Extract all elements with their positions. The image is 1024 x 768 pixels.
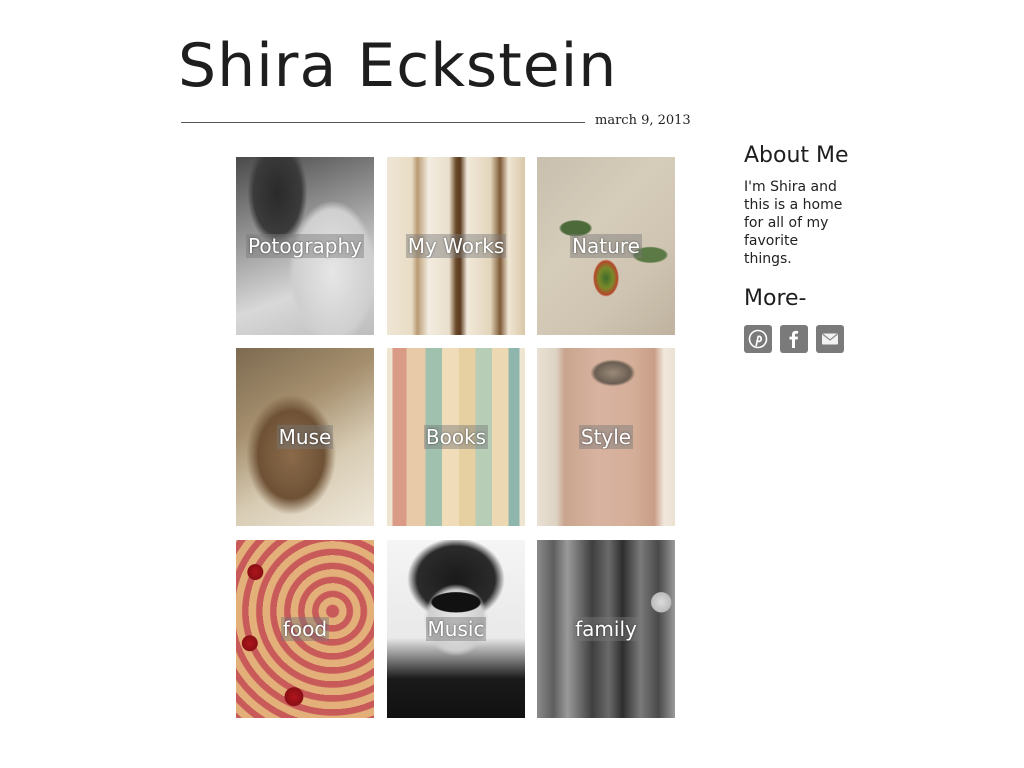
mail-button[interactable] xyxy=(816,325,844,353)
more-heading: More- xyxy=(744,286,807,311)
food-photo xyxy=(236,540,374,718)
nature-photo xyxy=(537,157,675,335)
tile-nature[interactable]: Nature xyxy=(537,157,675,335)
music-photo xyxy=(387,540,525,718)
family-photo xyxy=(537,540,675,718)
category-grid: Potography My Works Nature Muse Books St… xyxy=(236,157,676,719)
tile-muse[interactable]: Muse xyxy=(236,348,374,526)
pinterest-button[interactable] xyxy=(744,325,772,353)
tile-books[interactable]: Books xyxy=(387,348,525,526)
about-text: I'm Shira and this is a home for all of … xyxy=(744,179,843,267)
tile-potography[interactable]: Potography xyxy=(236,157,374,335)
about-heading: About Me xyxy=(744,143,849,168)
tile-food[interactable]: food xyxy=(236,540,374,718)
muse-photo xyxy=(236,348,374,526)
pinterest-icon xyxy=(748,329,768,349)
facebook-icon xyxy=(789,330,799,348)
facebook-button[interactable] xyxy=(780,325,808,353)
mail-icon xyxy=(822,333,838,345)
tile-my-works[interactable]: My Works xyxy=(387,157,525,335)
site-title[interactable]: Shira Eckstein xyxy=(178,30,617,102)
post-date: march 9, 2013 xyxy=(595,113,691,128)
potography-photo xyxy=(236,157,374,335)
page: Shira Eckstein march 9, 2013 Potography … xyxy=(0,0,1024,768)
tile-family[interactable]: family xyxy=(537,540,675,718)
title-divider xyxy=(181,122,585,123)
my-works-photo xyxy=(387,157,525,335)
style-photo xyxy=(537,348,675,526)
books-photo xyxy=(387,348,525,526)
tile-style[interactable]: Style xyxy=(537,348,675,526)
social-links xyxy=(744,325,844,353)
tile-music[interactable]: Music xyxy=(387,540,525,718)
